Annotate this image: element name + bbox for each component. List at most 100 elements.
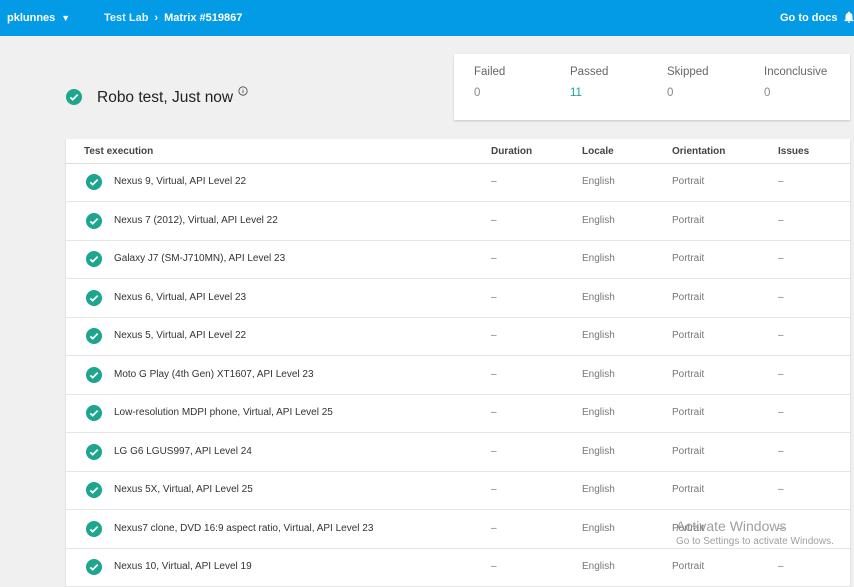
orientation-cell: Portrait [672,484,705,495]
stat-label: Inconclusive [764,66,828,78]
top-app-bar: pklunnes ▼ Test Lab › Matrix #519867 Go to … [0,0,854,36]
table-row[interactable]: Nexus 7 (2012), Virtual, API Level 22 – En… [66,202,850,241]
stat-inconclusive: Inconclusive 0 [764,66,827,99]
test-execution-table: Test execution Duration Locale Orientati… [66,139,850,587]
issues-cell: – [778,484,784,495]
issues-cell: – [778,445,784,457]
stat-value: 0 [764,87,771,99]
table-row[interactable]: Nexus 6, Virtual, API Level 23 – English Po… [66,279,850,318]
table-header: Test execution Duration Locale Orientati… [66,139,850,164]
orientation-cell: Portrait [672,214,705,226]
check-circle-icon [86,520,102,537]
test-execution-name: LG G6 LGUS997, API Level 24 [114,445,252,457]
test-execution-name: Nexus 6, Virtual, API Level 23 [114,291,247,303]
summary-title-text: Robo test, Just now [97,89,234,107]
issues-cell: – [778,407,784,418]
locale-cell: English [582,561,615,572]
check-circle-icon [86,251,102,267]
stat-value: 11 [570,87,582,99]
duration-cell: – [491,291,497,303]
project-selector[interactable]: pklunnes ▼ [7,12,70,24]
duration-cell: – [491,445,497,457]
summary-title: Robo test, Just now [66,86,248,107]
issues-cell: – [778,561,784,572]
duration-cell: – [491,522,497,534]
orientation-cell: Portrait [672,291,705,303]
locale-cell: English [582,522,615,534]
issues-cell: – [778,291,784,303]
stat-label: Skipped [667,66,709,78]
test-execution-name: Nexus 5, Virtual, API Level 22 [114,330,247,341]
stat-failed: Failed 0 [474,66,505,99]
table-row[interactable]: Nexus 5X, Virtual, API Level 25 – English P… [66,471,850,510]
header-orientation[interactable]: Orientation [672,146,725,157]
test-execution-name: Nexus 10, Virtual, API Level 19 [114,561,252,572]
table-row[interactable]: Low-resolution MDPI phone, Virtual, API … [66,394,850,433]
check-circle-icon [86,174,102,190]
locale-cell: English [582,445,615,457]
issues-cell: – [778,253,784,264]
duration-cell: – [491,253,497,264]
table-row[interactable]: Nexus7 clone, DVD 16:9 aspect ratio, Vir… [66,510,850,549]
header-test-execution[interactable]: Test execution [84,146,153,157]
go-to-docs-link[interactable]: Go to docs [780,12,837,24]
table-row[interactable]: Galaxy J7 (SM-J710MN), API Level 23 – Engl… [66,240,850,279]
results-summary-card: Failed 0 Passed 11 Skipped 0 Inconclusive 0 [454,54,850,120]
test-execution-name: Galaxy J7 (SM-J710MN), API Level 23 [114,253,286,264]
table-row[interactable]: Nexus 5, Virtual, API Level 22 – English Po… [66,317,850,356]
breadcrumb-separator: › [154,12,159,24]
test-execution-name: Nexus 7 (2012), Virtual, API Level 22 [114,214,278,226]
test-execution-name: Nexus7 clone, DVD 16:9 aspect ratio, Vir… [114,522,374,534]
test-execution-name: Low-resolution MDPI phone, Virtual, API … [114,407,333,418]
orientation-cell: Portrait [672,407,705,418]
issues-cell: – [778,214,784,226]
stat-value: 0 [667,87,674,99]
orientation-cell: Portrait [672,253,705,264]
check-circle-icon [86,482,102,498]
check-circle-icon [86,405,102,421]
check-circle-icon [86,366,102,383]
orientation-cell: Portrait [672,176,705,187]
duration-cell: – [491,561,497,572]
locale-cell: English [582,214,615,226]
stat-value: 0 [474,87,481,99]
header-locale[interactable]: Locale [582,146,614,157]
locale-cell: English [582,484,615,495]
header-duration[interactable]: Duration [491,146,532,157]
test-execution-name: Nexus 9, Virtual, API Level 22 [114,176,247,187]
test-execution-name: Moto G Play (4th Gen) XT1607, API Level … [114,368,314,380]
issues-cell: – [778,368,784,380]
project-name: pklunnes [7,12,56,24]
duration-cell: – [491,368,497,380]
duration-cell: – [491,214,497,226]
chevron-down-icon: ▼ [61,13,71,23]
info-icon[interactable] [238,86,248,96]
breadcrumb-current: Matrix #519867 [164,12,243,24]
locale-cell: English [582,407,615,418]
locale-cell: English [582,330,615,341]
locale-cell: English [582,368,615,380]
issues-cell: – [778,176,784,187]
issues-cell: – [778,330,784,341]
breadcrumb: Test Lab › Matrix #519867 [104,12,242,24]
locale-cell: English [582,291,615,303]
stat-label: Passed [570,66,609,78]
breadcrumb-test-lab[interactable]: Test Lab [104,12,148,24]
test-execution-name: Nexus 5X, Virtual, API Level 25 [114,484,253,495]
stat-passed: Passed 11 [570,66,608,99]
duration-cell: – [491,407,497,418]
orientation-cell: Portrait [672,330,705,341]
duration-cell: – [491,176,497,187]
table-row[interactable]: Nexus 9, Virtual, API Level 22 – English Po… [66,163,850,202]
header-issues[interactable]: Issues [778,146,809,157]
check-circle-icon [86,212,102,229]
table-row[interactable]: LG G6 LGUS997, API Level 24 – English Portr… [66,433,850,472]
orientation-cell: Portrait [672,368,705,380]
table-row[interactable]: Nexus 10, Virtual, API Level 19 – English P… [66,548,850,587]
orientation-cell: Portrait [672,561,705,572]
orientation-cell: Portrait [672,445,705,457]
locale-cell: English [582,253,615,264]
table-row[interactable]: Moto G Play (4th Gen) XT1607, API Level … [66,356,850,395]
stat-skipped: Skipped 0 [667,66,709,99]
bell-icon[interactable] [842,10,854,24]
